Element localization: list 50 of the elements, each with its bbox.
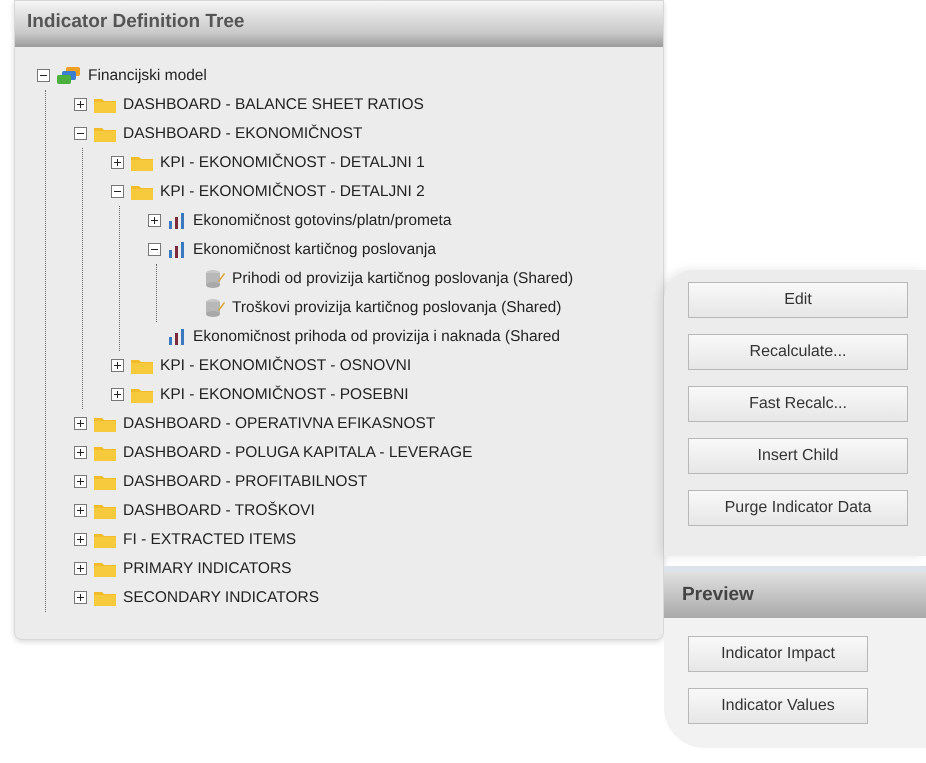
preview-title: Preview — [664, 566, 926, 618]
tree-item-label[interactable]: FI - EXTRACTED ITEMS — [123, 530, 296, 548]
tree-item-label[interactable]: DASHBOARD - BALANCE SHEET RATIOS — [123, 96, 424, 114]
tree-item-label[interactable]: KPI - EKONOMIČNOST - DETALJNI 1 — [160, 154, 425, 172]
tree-item-label[interactable]: DASHBOARD - EKONOMIČNOST — [123, 124, 362, 142]
expand-toggle[interactable] — [74, 504, 87, 517]
action-button[interactable]: Purge Indicator Data — [688, 490, 908, 526]
tree-item-label[interactable]: Financijski model — [88, 66, 207, 84]
bar-chart-icon — [167, 240, 187, 258]
expand-toggle[interactable] — [74, 562, 87, 575]
action-button[interactable]: Edit — [688, 282, 908, 318]
database-icon — [204, 268, 226, 288]
tree-item-label[interactable]: PRIMARY INDICATORS — [123, 560, 292, 578]
expand-toggle[interactable] — [111, 388, 124, 401]
expand-toggle[interactable] — [74, 98, 87, 111]
bar-chart-icon — [167, 328, 187, 346]
tree-item-label[interactable]: KPI - EKONOMIČNOST - POSEBNI — [160, 386, 409, 404]
tree-item-label[interactable]: DASHBOARD - TROŠKOVI — [123, 502, 315, 520]
action-button[interactable]: Fast Recalc... — [688, 386, 908, 422]
collapse-toggle[interactable] — [111, 185, 124, 198]
preview-button[interactable]: Indicator Impact — [688, 636, 868, 672]
expand-toggle[interactable] — [74, 533, 87, 546]
tree-item-label[interactable]: DASHBOARD - PROFITABILNOST — [123, 472, 368, 490]
bar-chart-icon — [167, 212, 187, 230]
tree-item-label[interactable]: Prihodi od provizija kartičnog poslovanja (Shared) — [232, 270, 574, 288]
expand-toggle[interactable] — [74, 475, 87, 488]
expand-toggle[interactable] — [111, 359, 124, 372]
tree-item-label[interactable]: SECONDARY INDICATORS — [123, 588, 320, 606]
expand-toggle[interactable] — [74, 446, 87, 459]
tree-item-label[interactable]: Troškovi provizija kartičnog poslovanja (Shared) — [232, 298, 562, 316]
expand-toggle[interactable] — [148, 214, 161, 227]
tree-item-label[interactable]: KPI - EKONOMIČNOST - OSNOVNI — [160, 356, 412, 374]
tree-item-label[interactable]: DASHBOARD - POLUGA KAPITALA - LEVERAGE — [123, 444, 472, 462]
action-button[interactable]: Recalculate... — [688, 334, 908, 370]
preview-button[interactable]: Indicator Values — [688, 688, 868, 724]
expand-toggle[interactable] — [74, 417, 87, 430]
expand-toggle[interactable] — [74, 591, 87, 604]
database-icon — [204, 298, 226, 318]
tree-item-label[interactable]: Ekonomičnost gotovins/platn/prometa — [193, 212, 452, 230]
collapse-toggle[interactable] — [37, 69, 50, 82]
panel-title: Indicator Definition Tree — [15, 1, 663, 47]
tree-item-label[interactable]: KPI - EKONOMIČNOST - DETALJNI 2 — [160, 182, 425, 200]
tree-item-label[interactable]: Ekonomičnost kartičnog poslovanja — [193, 240, 436, 258]
action-button[interactable]: Insert Child — [688, 438, 908, 474]
collapse-toggle[interactable] — [74, 127, 87, 140]
model-icon — [56, 66, 82, 86]
expand-toggle[interactable] — [111, 156, 124, 169]
collapse-toggle[interactable] — [148, 243, 161, 256]
tree-item-label[interactable]: DASHBOARD - OPERATIVNA EFIKASNOST — [123, 414, 436, 432]
tree-item-label[interactable]: Ekonomičnost prihoda od provizija i naknada (Shared — [193, 328, 560, 346]
